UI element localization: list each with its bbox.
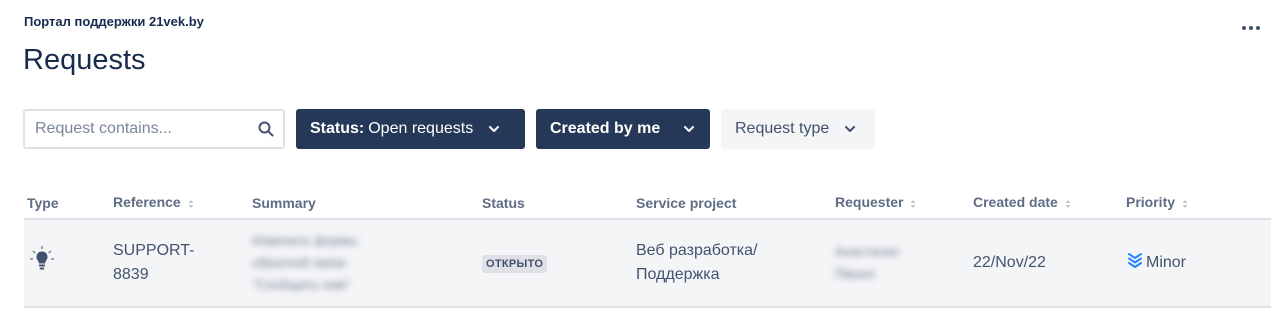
chevron-down-icon <box>682 122 696 136</box>
sort-icon[interactable] <box>188 196 194 212</box>
more-dot <box>1256 26 1260 30</box>
lightbulb-icon <box>27 244 57 274</box>
cell-created-date: 22/Nov/22 <box>970 219 1123 308</box>
cell-priority: Minor <box>1123 219 1271 308</box>
chevron-down-icon <box>843 122 857 136</box>
created-by-filter-label: Created by me <box>550 120 661 137</box>
request-type-filter-button[interactable]: Request type <box>721 109 875 149</box>
cell-requester: Анастасия Пвшос <box>832 219 970 308</box>
priority-indicator: Minor <box>1126 250 1186 276</box>
cell-reference[interactable]: SUPPORT- 8839 <box>110 219 249 308</box>
column-header-priority[interactable]: Priority <box>1123 188 1271 220</box>
status-filter-button[interactable]: Status: Open requests <box>296 109 525 149</box>
status-badge: ОТКРЫТО <box>482 255 548 273</box>
reference-line: SUPPORT- <box>113 242 195 259</box>
table-header-row: Type Reference Summary Status Service pr… <box>24 188 1271 220</box>
priority-label: Minor <box>1146 254 1187 271</box>
column-header-priority-label: Priority <box>1126 194 1176 211</box>
chevron-down-icon <box>487 122 501 136</box>
column-header-requester-label: Requester <box>835 194 904 211</box>
requests-table: Type Reference Summary Status Service pr… <box>24 188 1271 308</box>
sort-icon[interactable] <box>1182 196 1188 212</box>
summary-line: Изменить формы <box>252 233 358 248</box>
column-header-service-project: Service project <box>633 188 832 220</box>
page-title: Requests <box>23 44 146 76</box>
portal-name[interactable]: Портал поддержки 21vek.by <box>24 14 204 29</box>
more-options-button[interactable] <box>1238 18 1264 38</box>
more-dot <box>1242 26 1246 30</box>
service-project-line: Веб разработка/ <box>636 242 758 259</box>
column-header-type: Type <box>24 188 110 220</box>
sort-icon[interactable] <box>910 196 916 212</box>
column-header-created-date[interactable]: Created date <box>970 188 1123 220</box>
cell-service-project: Веб разработка/ Поддержка <box>633 219 832 308</box>
column-header-status: Status <box>479 188 633 220</box>
request-type-filter-label: Request type <box>735 120 830 137</box>
cell-type <box>24 219 110 308</box>
column-header-summary: Summary <box>249 188 479 220</box>
sort-icon[interactable] <box>1065 196 1071 212</box>
more-dot <box>1249 26 1253 30</box>
search-icon[interactable] <box>257 120 275 138</box>
summary-line: обратной связи <box>252 255 346 270</box>
summary-line: "Сообщить нам" <box>252 277 351 292</box>
cell-status: ОТКРЫТО <box>479 219 633 308</box>
status-filter-value: Open requests <box>368 120 474 137</box>
search-input[interactable] <box>33 119 257 139</box>
column-header-created-date-label: Created date <box>973 194 1058 211</box>
status-filter-prefix: Status: <box>310 120 365 137</box>
service-project-line: Поддержка <box>636 266 720 283</box>
priority-minor-icon <box>1126 250 1144 276</box>
search-box[interactable] <box>23 109 285 149</box>
column-header-reference[interactable]: Reference <box>110 188 249 220</box>
cell-summary[interactable]: Изменить формы обратной связи "Сообщить … <box>249 219 479 308</box>
column-header-requester[interactable]: Requester <box>832 188 970 220</box>
column-header-reference-label: Reference <box>113 194 181 211</box>
filter-bar: Status: Open requests Created by me Requ… <box>23 109 875 149</box>
table-row[interactable]: SUPPORT- 8839 Изменить формы обратной св… <box>24 219 1271 308</box>
requester-line: Анастасия <box>835 244 899 259</box>
requester-line: Пвшос <box>835 266 876 281</box>
reference-line: 8839 <box>113 266 149 283</box>
created-by-filter-button[interactable]: Created by me <box>536 109 710 149</box>
